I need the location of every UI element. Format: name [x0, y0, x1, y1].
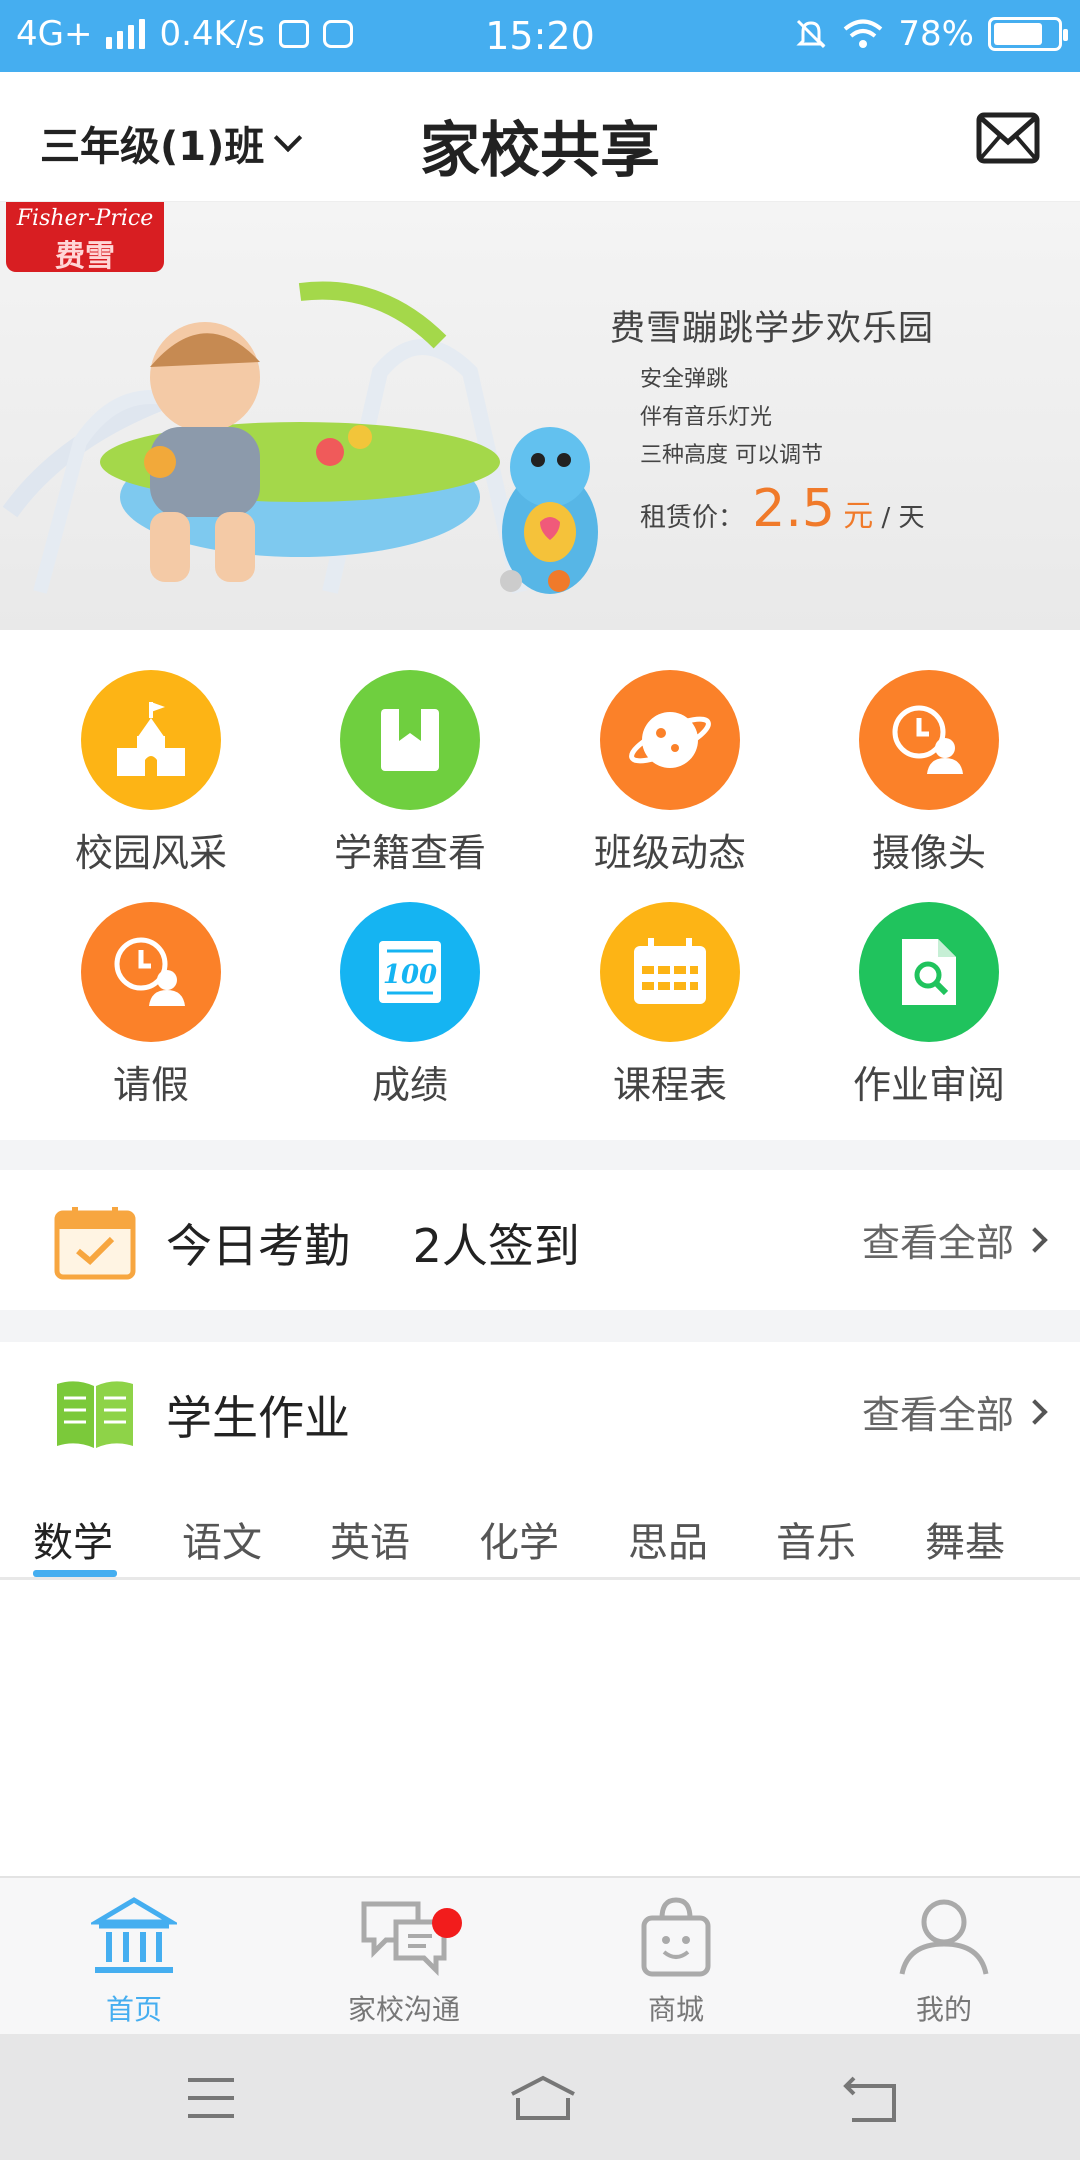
nav-me[interactable]: 我的	[844, 1896, 1044, 2028]
attendance-title-text: 今日考勤	[166, 1219, 350, 1273]
price-period: / 天	[881, 503, 925, 533]
nav-home-school-chat[interactable]: 家校沟通	[304, 1896, 504, 2028]
calendar-icon	[600, 902, 740, 1042]
battery-percent: 78%	[898, 14, 974, 54]
attendance-calendar-icon	[54, 1207, 136, 1280]
app-header: 三年级(1)班 家校共享	[0, 72, 1080, 202]
nav-label: 商城	[647, 1993, 704, 2026]
feature-leave-request[interactable]: 请假	[21, 902, 281, 1109]
feature-label: 校园风采	[74, 831, 227, 875]
promo-text: 费雪蹦跳学步欢乐园 安全弹跳 伴有音乐灯光 三种高度 可以调节 租赁价： 2.5…	[610, 300, 934, 539]
promo-feature: 安全弹跳	[640, 367, 729, 392]
price-unit: 元	[843, 499, 874, 534]
battery-icon	[988, 17, 1068, 51]
feature-class-news[interactable]: 班级动态	[540, 670, 800, 877]
promo-feature: 伴有音乐灯光	[640, 405, 773, 430]
attendance-title: 今日考勤 2人签到	[166, 1210, 580, 1276]
tab-math[interactable]: 数学	[33, 1510, 113, 1568]
feature-campus-style[interactable]: 校园风采	[21, 670, 281, 877]
feature-student-records[interactable]: 学籍查看	[280, 670, 540, 877]
homework-view-all-link[interactable]: 查看全部	[861, 1384, 1048, 1439]
nav-shop[interactable]: 商城	[576, 1896, 776, 2028]
feature-grades[interactable]: 100 成绩	[280, 902, 540, 1109]
feature-label: 成绩	[371, 1063, 448, 1107]
active-tab-indicator	[33, 1570, 117, 1577]
document-search-icon	[859, 902, 999, 1042]
section-divider	[0, 1140, 1080, 1170]
promo-title: 费雪蹦跳学步欢乐园	[610, 309, 935, 349]
promo-banner[interactable]: Fisher-Price 费雪 费雪蹦跳学步欢乐园 安全弹跳 伴有音乐灯光 三种…	[0, 202, 1080, 630]
system-navigation-bar	[0, 2034, 1080, 2160]
back-icon[interactable]	[842, 2074, 898, 2124]
clock-person-icon	[81, 902, 221, 1042]
attendance-view-all-link[interactable]: 查看全部	[861, 1212, 1048, 1267]
nav-label: 家校沟通	[347, 1993, 460, 2026]
nav-label: 首页	[105, 1993, 162, 2026]
menu-icon[interactable]	[186, 2076, 236, 2120]
planet-icon	[600, 670, 740, 810]
carousel-dot-active[interactable]	[548, 570, 570, 592]
tab-english[interactable]: 英语	[330, 1510, 410, 1568]
feature-grid: 校园风采 学籍查看 班级动态 摄像头 请假 100 成绩 课程表 作业审阅	[0, 630, 1080, 1140]
person-icon	[899, 1899, 989, 1975]
feature-label: 班级动态	[593, 831, 746, 875]
score-100-icon: 100	[340, 902, 480, 1042]
carousel-dot[interactable]	[500, 570, 522, 592]
mail-icon[interactable]	[976, 112, 1040, 164]
tab-morality[interactable]: 思品	[628, 1510, 708, 1568]
feature-label: 作业审阅	[852, 1063, 1005, 1107]
homework-section: 学生作业 查看全部 数学 语文 英语 化学 思品 音乐 舞基	[0, 1342, 1080, 1822]
tab-dance[interactable]: 舞基	[925, 1510, 1005, 1568]
promo-price: 租赁价： 2.5 元 / 天	[640, 479, 934, 539]
feature-label: 课程表	[612, 1063, 727, 1107]
nav-home[interactable]: 首页	[34, 1896, 234, 2028]
price-label: 租赁价：	[640, 503, 745, 533]
open-book-icon	[57, 1381, 133, 1448]
bottom-navigation: 首页 家校沟通 商城 我的	[0, 1876, 1080, 2034]
view-all-label: 查看全部	[861, 1221, 1014, 1265]
tab-chemistry[interactable]: 化学	[479, 1510, 559, 1568]
bookmark-icon	[340, 670, 480, 810]
nav-label: 我的	[915, 1993, 972, 2026]
chevron-right-icon	[1022, 1226, 1048, 1253]
wifi-icon	[844, 19, 883, 48]
brand-name: Fisher-Price	[16, 206, 154, 231]
clock-person-icon	[859, 670, 999, 810]
carousel-indicator	[500, 570, 570, 592]
baby-jumper-image	[2, 281, 598, 594]
feature-timetable[interactable]: 课程表	[540, 902, 800, 1109]
tab-music[interactable]: 音乐	[776, 1510, 856, 1568]
feature-label: 摄像头	[871, 831, 986, 875]
school-building-icon	[81, 670, 221, 810]
chevron-right-icon	[1022, 1398, 1048, 1425]
shopping-bag-icon	[641, 1897, 711, 1977]
feature-label: 请假	[112, 1063, 189, 1107]
feature-camera[interactable]: 摄像头	[799, 670, 1059, 877]
subject-tabs: 数学 语文 英语 化学 思品 音乐 舞基	[0, 1492, 1080, 1580]
feature-homework-review[interactable]: 作业审阅	[799, 902, 1059, 1109]
promo-feature: 三种高度 可以调节	[640, 443, 823, 468]
homework-title: 学生作业	[166, 1391, 350, 1445]
svg-text:100: 100	[383, 960, 437, 990]
chat-icon	[361, 1901, 447, 1977]
tab-chinese[interactable]: 语文	[182, 1510, 262, 1568]
attendance-card[interactable]: 今日考勤 2人签到 查看全部	[0, 1170, 1080, 1310]
home-icon[interactable]	[508, 2074, 578, 2122]
unread-badge	[432, 1908, 462, 1938]
feature-label: 学籍查看	[333, 831, 486, 875]
bank-icon	[87, 1897, 181, 1973]
view-all-label: 查看全部	[861, 1393, 1014, 1437]
status-bar: 4G+ 0.4K/s 15:20 78%	[0, 0, 1080, 72]
price-value: 2.5	[752, 479, 835, 539]
attendance-summary: 2人签到	[412, 1219, 580, 1273]
section-divider	[0, 1310, 1080, 1342]
page-title: 家校共享	[420, 116, 660, 186]
mute-bell-icon	[796, 19, 827, 49]
